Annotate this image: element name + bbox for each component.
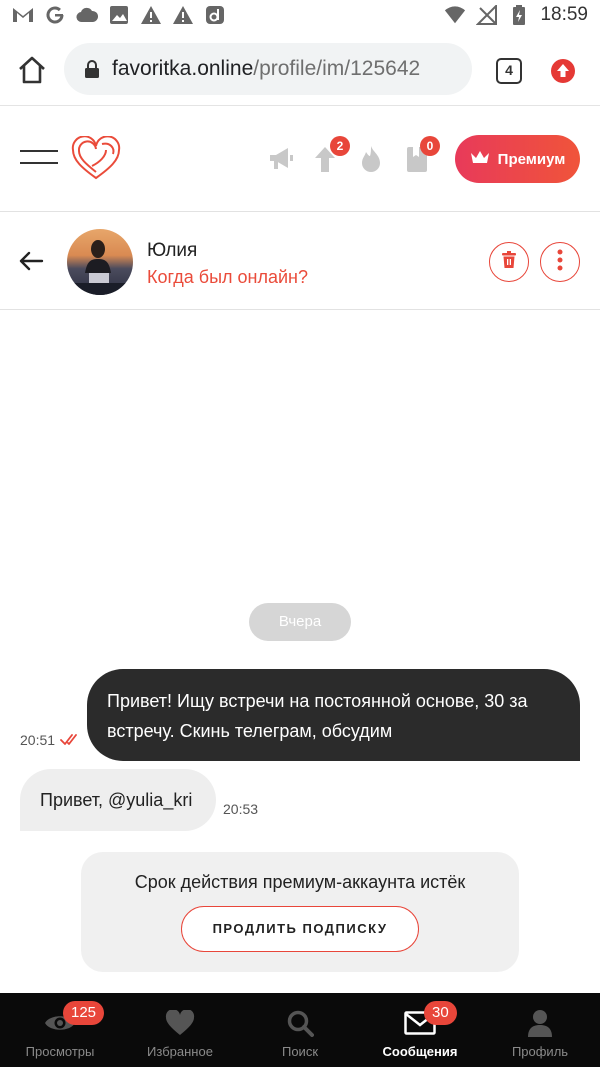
nav-favorites[interactable]: Избранное [120,993,240,1067]
message-time: 20:53 [223,801,259,817]
trash-icon [501,250,517,274]
d-app-icon [204,4,226,26]
fire-icon[interactable] [356,144,386,174]
nav-label: Избранное [147,1044,213,1059]
outgoing-message[interactable]: Привет! Ищу встречи на постоянной основе… [87,669,580,761]
warning-icon [172,4,194,26]
battery-charging-icon [508,4,530,26]
url-host: favoritka.online [112,57,254,80]
nav-label: Поиск [281,1044,319,1059]
boost-count-badge: 2 [330,136,350,156]
premium-button[interactable]: Премиум [455,135,580,183]
delete-chat-button[interactable] [489,242,529,282]
status-bar: 18:59 [0,0,600,34]
double-check-icon [60,733,80,747]
kebab-menu-icon [557,249,563,276]
menu-line [20,150,58,152]
browser-toolbar: favoritka.online/profile/im/125642 4 [0,34,600,106]
views-count-badge: 125 [63,1001,105,1025]
clock: 18:59 [540,4,588,25]
no-signal-icon [476,4,498,26]
tab-switcher-button[interactable]: 4 [496,58,522,84]
search-icon [284,1008,316,1038]
crown-icon [470,149,490,169]
nav-messages[interactable]: 30 Сообщения [360,993,480,1067]
image-icon [108,4,130,26]
messages-count-badge: 30 [424,1001,457,1025]
bookmark-count-badge: 0 [420,136,440,156]
megaphone-icon[interactable] [266,144,296,174]
cloud-icon [76,4,98,26]
warning-icon [140,4,162,26]
home-icon[interactable] [14,52,50,88]
more-options-button[interactable] [540,242,580,282]
incoming-message[interactable]: Привет, @yulia_kri [20,769,216,831]
nav-views[interactable]: 125 Просмотры [0,993,120,1067]
site-logo[interactable] [70,135,122,182]
last-online-link[interactable]: Когда был онлайн? [147,267,308,288]
nav-search[interactable]: Поиск [240,993,360,1067]
status-bar-system: 18:59 [444,4,588,26]
site-header: 2 0 Премиум [0,108,600,212]
nav-profile[interactable]: Профиль [480,993,600,1067]
premium-expired-notice: Срок действия премиум-аккаунта истёк ПРО… [81,852,519,972]
contact-avatar[interactable] [67,229,133,295]
date-divider: Вчера [249,603,351,641]
nav-label: Просмотры [25,1044,95,1059]
chat-header: Юлия Когда был онлайн? [0,213,600,310]
menu-button[interactable] [20,150,58,172]
lock-icon [84,60,100,78]
address-bar[interactable]: favoritka.online/profile/im/125642 [64,43,472,95]
bottom-navigation: 125 Просмотры Избранное Поиск 30 Сообщен… [0,993,600,1067]
nav-label: Профиль [511,1044,569,1059]
user-icon [524,1008,556,1038]
heart-icon [164,1008,196,1038]
message-time: 20:51 [20,732,56,748]
menu-line [20,162,58,164]
url-path: /profile/im/125642 [253,57,421,80]
back-arrow-icon[interactable] [18,249,44,273]
wifi-icon [444,4,466,26]
contact-name: Юлия [147,240,198,261]
renew-subscription-button[interactable]: ПРОДЛИТЬ ПОДПИСКУ [181,906,419,952]
nav-label: Сообщения [382,1044,458,1059]
update-icon[interactable] [550,58,576,84]
premium-label: Премиум [497,150,566,168]
google-icon [44,4,66,26]
status-bar-notifications [12,4,226,26]
notice-text: Срок действия премиум-аккаунта истёк [134,872,466,892]
gmail-icon [12,4,34,26]
